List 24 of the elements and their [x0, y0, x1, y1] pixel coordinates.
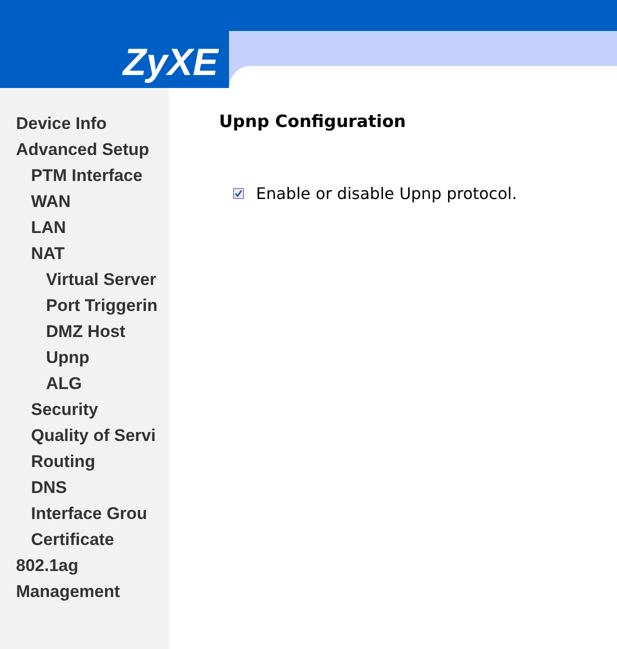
- nav-link[interactable]: Certificate: [0, 527, 169, 553]
- nav-link[interactable]: DNS: [0, 475, 169, 501]
- nav-link[interactable]: Port Triggerin: [0, 293, 169, 319]
- nav-link[interactable]: NAT: [0, 241, 169, 267]
- nav-link[interactable]: LAN: [0, 215, 169, 241]
- check-icon: [234, 189, 243, 198]
- nav-link[interactable]: ALG: [0, 371, 169, 397]
- nav-link[interactable]: Security: [0, 397, 169, 423]
- nav-link[interactable]: Virtual Server: [0, 267, 169, 293]
- nav-link[interactable]: PTM Interface: [0, 163, 169, 189]
- nav-link[interactable]: WAN: [0, 189, 169, 215]
- logo: ZyXE: [123, 43, 218, 83]
- nav-link[interactable]: Device Info: [0, 111, 169, 137]
- nav-link[interactable]: Advanced Setup: [0, 137, 169, 163]
- nav-link[interactable]: Interface Grou: [0, 501, 169, 527]
- nav-link[interactable]: Upnp: [0, 345, 169, 371]
- page-title: Upnp Configuration: [219, 111, 407, 134]
- option-label: Enable or disable Upnp protocol.: [256, 182, 517, 204]
- nav-link[interactable]: Quality of Servi: [0, 423, 169, 449]
- nav-link[interactable]: 802.1ag: [0, 553, 169, 579]
- checkbox[interactable]: [233, 188, 244, 199]
- nav-link[interactable]: Routing: [0, 449, 169, 475]
- nav-link[interactable]: Management: [0, 579, 169, 605]
- nav-link[interactable]: DMZ Host: [0, 319, 169, 345]
